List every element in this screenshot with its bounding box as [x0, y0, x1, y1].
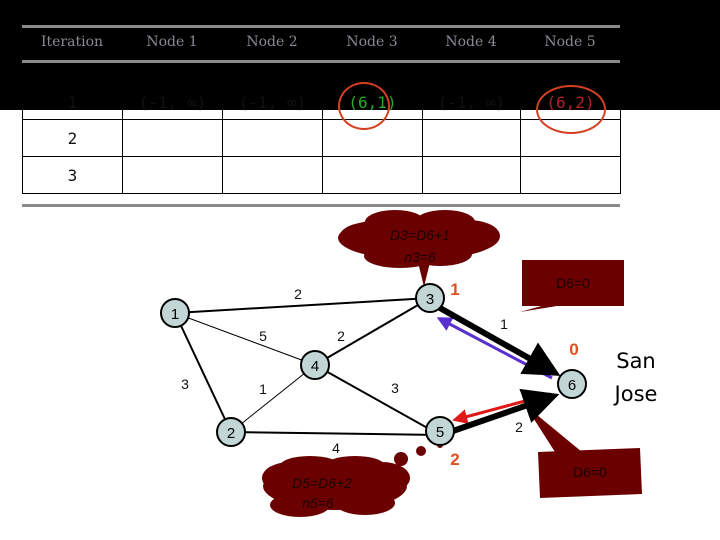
edge-weight-4-5: 3	[391, 380, 399, 396]
destination-label-line2: Jose	[613, 382, 658, 406]
callout-node-3-line2: n3=6	[404, 249, 436, 265]
network-graph: D3=D6+1 n3=6 D6=0 D6=0 D5=D6+2 n5=6 2 5 …	[160, 210, 658, 517]
node-1-label: 1	[171, 306, 179, 323]
node-2-label: 2	[227, 425, 235, 442]
edge-4-5	[314, 364, 441, 436]
node-1[interactable]: 1	[160, 298, 190, 328]
edge-weight-1-4: 5	[259, 328, 267, 344]
node-5-label: 5	[436, 424, 444, 441]
node-3-label: 3	[426, 291, 434, 308]
destination-label-line1: San	[616, 349, 656, 373]
callout-node-3-line1: D3=D6+1	[390, 227, 450, 243]
edge-weight-2-4: 1	[259, 381, 267, 397]
edge-2-4	[230, 364, 316, 433]
edge-weight-1-3: 2	[294, 286, 302, 302]
edge-4-3	[314, 297, 431, 366]
node-6-label: 6	[568, 377, 576, 394]
edge-2-5	[230, 431, 441, 436]
edge-weight-2-5: 4	[332, 440, 340, 456]
callout-node-5: D5=D6+2 n5=6	[262, 442, 443, 517]
callout-node-5-line2: n5=6	[302, 495, 334, 511]
distance-label-node-3: 1	[450, 280, 459, 299]
node-6[interactable]: 6	[557, 369, 587, 399]
edge-weight-4-3: 2	[337, 328, 345, 344]
edge-3-6	[438, 305, 561, 376]
edge-weight-1-2: 3	[181, 376, 189, 392]
callout-node-6-bottom-text: D6=0	[573, 464, 607, 480]
node-4-label: 4	[311, 358, 319, 375]
callout-node-6-top: D6=0	[520, 260, 624, 312]
callout-node-6-top-text: D6=0	[556, 275, 590, 291]
distance-label-node-5: 2	[450, 450, 459, 469]
callout-node-5-line1: D5=D6+2	[292, 475, 352, 491]
callout-node-3: D3=D6+1 n3=6	[338, 210, 500, 287]
callout-node-6-bottom: D6=0	[525, 405, 642, 498]
distance-label-node-6: 0	[569, 340, 578, 359]
node-5[interactable]: 5	[425, 416, 455, 446]
node-4[interactable]: 4	[300, 350, 330, 380]
edge-weight-5-6: 2	[515, 419, 523, 435]
arrow-6-to-3	[436, 317, 553, 380]
edge-1-3	[174, 297, 431, 314]
node-2[interactable]: 2	[216, 417, 246, 447]
node-3[interactable]: 3	[415, 283, 445, 313]
edge-weight-3-6: 1	[500, 316, 508, 332]
